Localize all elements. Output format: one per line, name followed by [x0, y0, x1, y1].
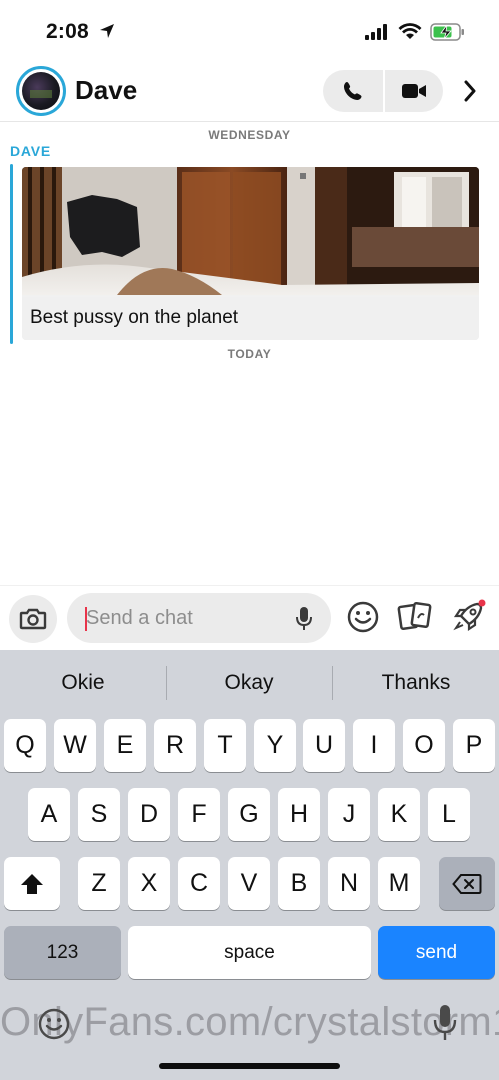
key-c[interactable]: C — [178, 857, 220, 910]
media-thumbnail — [22, 167, 479, 297]
key-w[interactable]: W — [54, 719, 96, 772]
voice-call-button[interactable] — [323, 70, 383, 112]
dictation-mic-icon[interactable] — [432, 1004, 458, 1042]
call-button-group — [323, 70, 443, 112]
key-g[interactable]: G — [228, 788, 270, 841]
key-n[interactable]: N — [328, 857, 370, 910]
key-m[interactable]: M — [378, 857, 420, 910]
day-label-wednesday: WEDNESDAY — [208, 128, 291, 142]
sender-label: DAVE — [10, 143, 52, 159]
bitmoji-avatar-image — [22, 72, 60, 110]
phone-icon — [344, 82, 362, 100]
watermark-text: OnlyFans.com/crystalstorm1 — [0, 1000, 499, 1044]
key-l[interactable]: L — [428, 788, 470, 841]
chat-input[interactable] — [86, 593, 286, 643]
chat-field[interactable] — [67, 593, 331, 643]
contact-name[interactable]: Dave — [75, 75, 137, 106]
wifi-icon — [398, 23, 422, 39]
key-y[interactable]: Y — [254, 719, 296, 772]
message-sender-bar — [10, 164, 13, 344]
suggestion-1[interactable]: Okie — [0, 650, 166, 716]
key-p[interactable]: P — [453, 719, 495, 772]
voice-note-button[interactable] — [293, 605, 315, 633]
chat-header: Dave — [0, 60, 499, 122]
video-camera-icon — [402, 84, 426, 98]
message-caption-text: Best pussy on the planet — [30, 307, 239, 328]
cards-icon[interactable] — [397, 600, 433, 634]
home-indicator[interactable] — [159, 1063, 340, 1069]
key-d[interactable]: D — [128, 788, 170, 841]
day-label-today: TODAY — [227, 347, 272, 361]
space-key[interactable]: space — [128, 926, 371, 979]
battery-charging-icon — [430, 23, 464, 41]
smiley-icon[interactable] — [346, 600, 380, 634]
chat-details-button[interactable] — [458, 78, 482, 104]
numbers-key[interactable]: 123 — [4, 926, 121, 979]
rocket-icon[interactable] — [451, 598, 487, 634]
suggestion-2[interactable]: Okay — [166, 650, 332, 716]
media-caption: Best pussy on the planet — [22, 295, 479, 340]
microphone-icon — [296, 607, 312, 630]
key-u[interactable]: U — [303, 719, 345, 772]
key-s[interactable]: S — [78, 788, 120, 841]
key-f[interactable]: F — [178, 788, 220, 841]
key-k[interactable]: K — [378, 788, 420, 841]
video-call-button[interactable] — [383, 70, 443, 112]
key-x[interactable]: X — [128, 857, 170, 910]
suggestion-bar: Okie Okay Thanks — [0, 650, 499, 716]
key-t[interactable]: T — [204, 719, 246, 772]
key-o[interactable]: O — [403, 719, 445, 772]
key-v[interactable]: V — [228, 857, 270, 910]
backspace-key[interactable] — [439, 857, 495, 910]
location-arrow-icon — [100, 24, 114, 38]
chevron-right-icon — [464, 80, 476, 102]
media-message[interactable]: Best pussy on the planet — [22, 167, 479, 340]
key-b[interactable]: B — [278, 857, 320, 910]
shift-key[interactable] — [4, 857, 60, 910]
key-h[interactable]: H — [278, 788, 320, 841]
status-time: 2:08 — [46, 20, 89, 43]
shift-icon — [21, 873, 43, 894]
camera-button[interactable] — [9, 595, 57, 643]
key-e[interactable]: E — [104, 719, 146, 772]
backspace-icon — [452, 873, 482, 894]
key-z[interactable]: Z — [78, 857, 120, 910]
camera-icon — [19, 608, 47, 630]
key-j[interactable]: J — [328, 788, 370, 841]
send-key[interactable]: send — [378, 926, 495, 979]
key-a[interactable]: A — [28, 788, 70, 841]
emoji-keyboard-icon[interactable] — [36, 1006, 72, 1042]
key-i[interactable]: I — [353, 719, 395, 772]
cellular-signal-icon — [365, 24, 387, 40]
status-bar: 2:08 — [0, 0, 499, 60]
suggestion-3[interactable]: Thanks — [333, 650, 499, 716]
key-r[interactable]: R — [154, 719, 196, 772]
key-q[interactable]: Q — [4, 719, 46, 772]
contact-avatar[interactable] — [16, 66, 66, 116]
